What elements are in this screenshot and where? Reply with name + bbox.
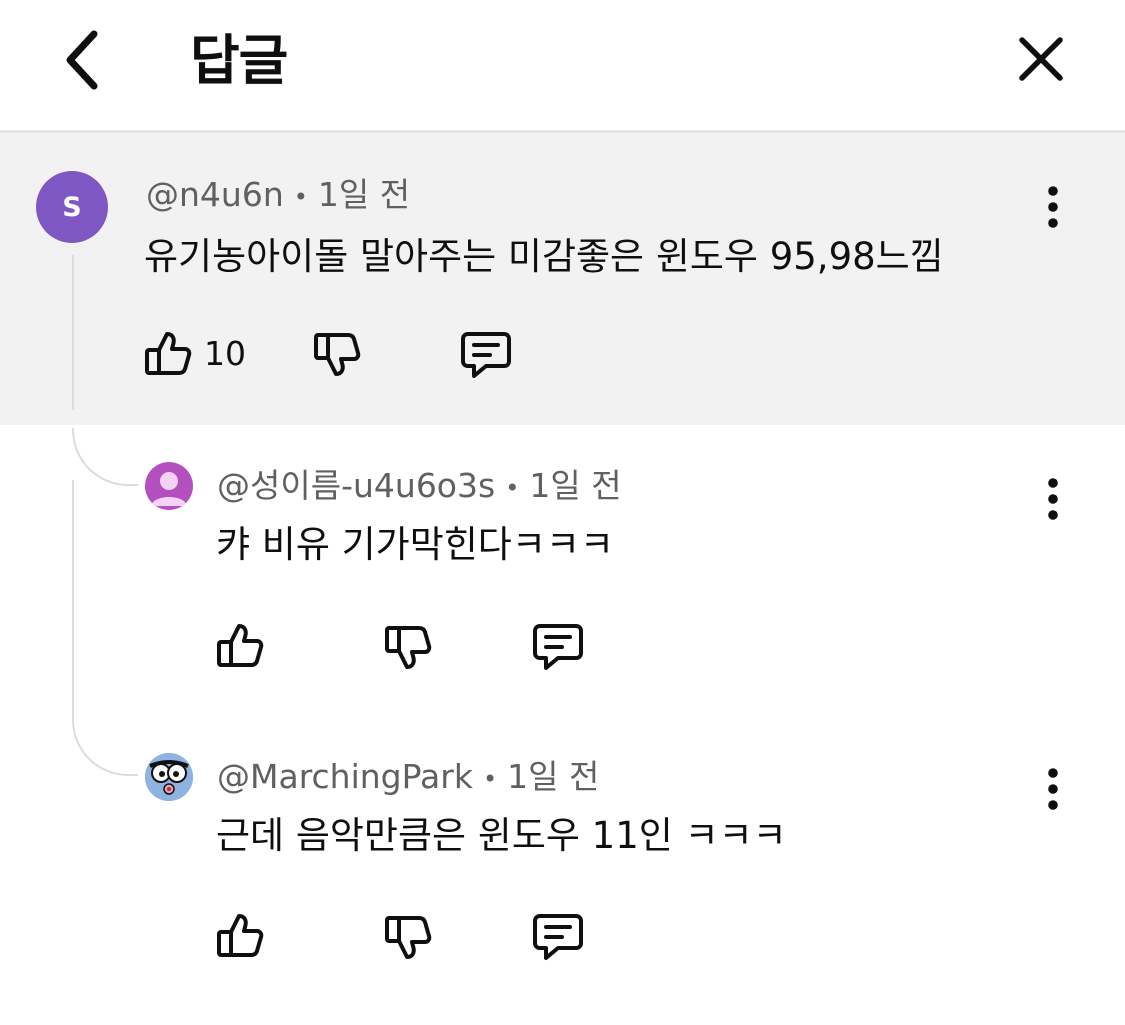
avatar-letter: S	[62, 191, 82, 223]
comment-author[interactable]: @성이름-u4u6o3s	[217, 466, 495, 505]
more-vert-icon	[1048, 186, 1058, 228]
dislike-button[interactable]	[313, 331, 361, 379]
comment-text: 캬 비유 기가막힌다ㅋㅋㅋ	[216, 523, 614, 566]
thumbs-up-icon	[145, 332, 192, 375]
reply-comment: @MarchingPark • 1일 전 근데 음악만큼은 윈도우 11인 ㅋㅋㅋ	[0, 715, 1125, 1015]
comment-icon	[533, 914, 583, 960]
like-button[interactable]	[216, 621, 264, 669]
comment-time[interactable]: 1일 전	[529, 466, 621, 505]
thread-line	[72, 255, 74, 410]
like-button[interactable]: 10	[144, 329, 246, 377]
meta-separator: •	[293, 182, 308, 211]
page-title: 답글	[190, 29, 288, 92]
comment-meta: @n4u6n • 1일 전	[146, 175, 410, 217]
comment-icon	[533, 624, 583, 670]
reply-comment: @성이름-u4u6o3s • 1일 전 캬 비유 기가막힌다ㅋㅋㅋ	[0, 425, 1125, 715]
avatar[interactable]	[145, 753, 193, 801]
thumbs-down-icon	[385, 916, 432, 959]
dislike-button[interactable]	[384, 624, 432, 672]
comment-author[interactable]: @n4u6n	[146, 175, 284, 214]
thumbs-down-icon	[385, 626, 432, 669]
avatar[interactable]: S	[36, 171, 108, 243]
reply-button[interactable]	[460, 330, 512, 380]
cartoon-face-avatar-icon	[145, 753, 193, 801]
comment-text: 유기농아이돌 말아주는 미감좋은 윈도우 95,98느낌	[144, 235, 944, 278]
comment-meta: @성이름-u4u6o3s • 1일 전	[217, 466, 622, 508]
reply-button[interactable]	[532, 622, 584, 672]
comment-meta: @MarchingPark • 1일 전	[217, 757, 599, 799]
comment-text: 근데 음악만큼은 윈도우 11인 ㅋㅋㅋ	[216, 814, 787, 857]
comment-icon	[461, 332, 511, 378]
thumbs-up-icon	[217, 914, 264, 957]
reply-button[interactable]	[532, 912, 584, 962]
chevron-left-icon	[66, 30, 98, 90]
comment-time[interactable]: 1일 전	[318, 175, 410, 214]
comment-author[interactable]: @MarchingPark	[217, 757, 473, 796]
meta-separator: •	[482, 764, 498, 793]
thumbs-up-icon	[217, 624, 264, 667]
avatar[interactable]	[145, 462, 193, 510]
comment-menu-button[interactable]	[1033, 177, 1073, 237]
like-count: 10	[204, 333, 246, 373]
back-button[interactable]	[52, 27, 112, 93]
meta-separator: •	[505, 473, 520, 502]
thumbs-down-icon	[314, 333, 361, 376]
close-button[interactable]	[1010, 28, 1072, 90]
main-comment: S @n4u6n • 1일 전 유기농아이돌 말아주는 미감좋은 윈도우 95,98…	[0, 133, 1125, 425]
close-icon	[1019, 37, 1063, 81]
more-vert-icon	[1048, 768, 1058, 810]
comment-menu-button[interactable]	[1033, 469, 1073, 529]
dislike-button[interactable]	[384, 914, 432, 962]
comment-time[interactable]: 1일 전	[507, 757, 599, 796]
more-vert-icon	[1048, 478, 1058, 520]
default-avatar-icon	[151, 472, 187, 506]
like-button[interactable]	[216, 911, 264, 959]
comment-menu-button[interactable]	[1033, 759, 1073, 819]
panel-header: 답글	[0, 0, 1125, 133]
